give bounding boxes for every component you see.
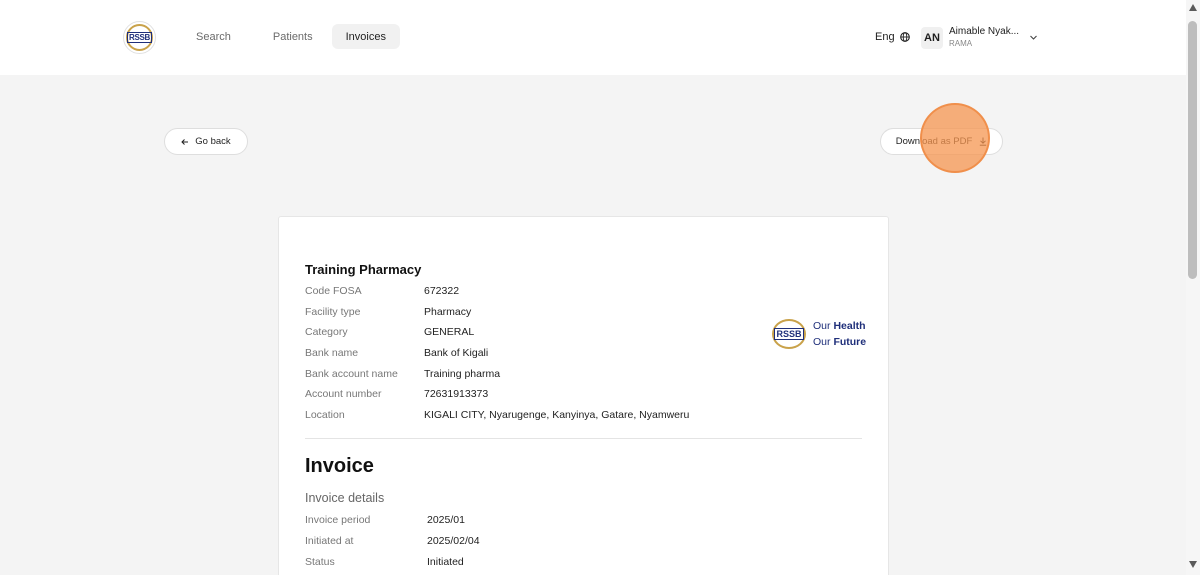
scroll-up-arrow-icon[interactable] <box>1189 4 1197 11</box>
nav-patients[interactable]: Patients <box>259 24 327 49</box>
brand-slogan: Our Health Our Future <box>813 318 866 350</box>
rssb-logo[interactable]: RSSB <box>123 21 156 54</box>
slogan-word: Health <box>833 320 866 332</box>
field-label: Initiated at <box>305 535 354 547</box>
field-value: Training pharma <box>424 368 501 380</box>
field-value: Pharmacy <box>424 306 472 318</box>
divider <box>305 438 862 439</box>
top-navbar: RSSB Search Patients Invoices Eng AN Aim… <box>0 0 1186 75</box>
go-back-button[interactable]: Go back <box>164 128 248 155</box>
field-label: Code FOSA <box>305 285 362 297</box>
language-label: Eng <box>875 31 895 43</box>
field-label: Facility type <box>305 306 361 318</box>
scrollbar-thumb[interactable] <box>1188 21 1197 279</box>
field-label: Status <box>305 556 335 568</box>
go-back-label: Go back <box>195 136 231 147</box>
facility-name: Training Pharmacy <box>305 262 422 277</box>
user-name: Aimable Nyak... <box>949 26 1020 37</box>
scroll-down-arrow-icon[interactable] <box>1189 561 1197 568</box>
field-value: 72631913373 <box>424 388 489 400</box>
main-nav: Search Patients Invoices <box>182 24 405 49</box>
field-value: 2025/01 <box>427 514 465 526</box>
field-label: Invoice period <box>305 514 371 526</box>
user-menu[interactable]: AN Aimable Nyak... RAMA <box>921 26 1019 50</box>
globe-icon <box>899 32 910 42</box>
download-icon <box>980 137 987 146</box>
brand-block: RSSB Our Health Our Future <box>772 318 866 350</box>
nav-invoices[interactable]: Invoices <box>331 24 400 49</box>
arrow-left-icon <box>181 138 189 145</box>
field-label: Bank account name <box>305 368 398 380</box>
field-label: Location <box>305 409 345 421</box>
field-value: GENERAL <box>424 326 475 338</box>
download-pdf-label: Download as PDF <box>895 136 973 147</box>
invoice-card: Training Pharmacy Code FOSA 672322 Facil… <box>278 216 889 575</box>
invoice-title: Invoice <box>305 455 374 477</box>
slogan-word: Future <box>833 336 867 348</box>
field-value: Bank of Kigali <box>424 347 489 359</box>
field-value: 2025/02/04 <box>427 535 480 547</box>
slogan-prefix: Our <box>813 320 831 332</box>
brand-logo-text: RSSB <box>774 328 804 340</box>
brand-logo: RSSB <box>772 319 806 349</box>
field-label: Category <box>305 326 348 338</box>
user-role: RAMA <box>949 39 973 48</box>
status-value: Initiated <box>427 556 464 568</box>
download-pdf-button[interactable]: Download as PDF <box>880 128 1003 155</box>
avatar: AN <box>921 27 943 49</box>
nav-search[interactable]: Search <box>182 24 245 49</box>
language-selector[interactable]: Eng <box>875 31 910 43</box>
logo-emblem: RSSB <box>126 24 153 51</box>
slogan-prefix: Our <box>813 336 831 348</box>
logo-text: RSSB <box>126 32 153 43</box>
field-label: Account number <box>305 388 382 400</box>
field-value: 672322 <box>424 285 460 297</box>
chevron-down-icon[interactable] <box>1029 33 1038 42</box>
field-label: Bank name <box>305 347 359 359</box>
field-value: KIGALI CITY, Nyarugenge, Kanyinya, Gatar… <box>424 409 690 421</box>
page-scrollbar[interactable] <box>1186 0 1200 575</box>
invoice-details-heading: Invoice details <box>305 491 385 505</box>
user-info: Aimable Nyak... RAMA <box>949 26 1019 50</box>
